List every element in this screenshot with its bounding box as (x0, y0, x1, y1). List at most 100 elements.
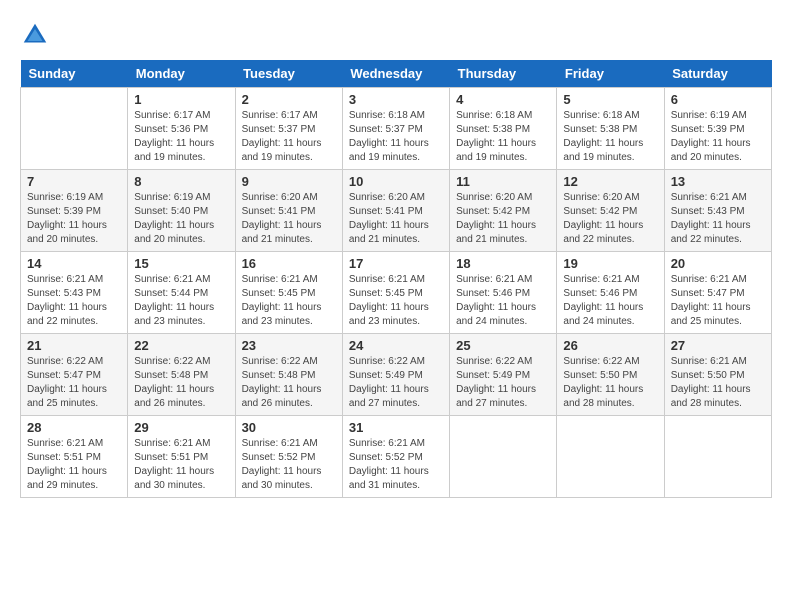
day-number: 27 (671, 338, 765, 353)
calendar-cell (557, 416, 664, 498)
day-detail: Sunrise: 6:21 AMSunset: 5:47 PMDaylight:… (671, 273, 765, 329)
calendar-cell: 29Sunrise: 6:21 AMSunset: 5:51 PMDayligh… (128, 416, 235, 498)
day-number: 19 (563, 256, 657, 271)
day-detail: Sunrise: 6:21 AMSunset: 5:46 PMDaylight:… (563, 273, 657, 329)
header-day-tuesday: Tuesday (235, 60, 342, 88)
day-number: 11 (456, 174, 550, 189)
day-number: 15 (134, 256, 228, 271)
calendar-body: 1 Sunrise: 6:17 AMSunset: 5:36 PMDaylight… (21, 88, 772, 498)
day-number: 8 (134, 174, 228, 189)
day-detail: Sunrise: 6:19 AMSunset: 5:39 PMDaylight:… (671, 109, 765, 165)
calendar-cell: 15 Sunrise: 6:21 AMSunset: 5:44 PMDayligh… (128, 252, 235, 334)
calendar-cell: 11 Sunrise: 6:20 AMSunset: 5:42 PMDayligh… (450, 170, 557, 252)
calendar-cell: 28 Sunrise: 6:21 AMSunset: 5:51 PMDayligh… (21, 416, 128, 498)
calendar-cell: 27 Sunrise: 6:21 AMSunset: 5:50 PMDayligh… (664, 334, 771, 416)
day-number: 21 (27, 338, 121, 353)
day-detail: Sunrise: 6:21 AMSunset: 5:46 PMDaylight:… (456, 273, 550, 329)
calendar-cell: 30Sunrise: 6:21 AMSunset: 5:52 PMDayligh… (235, 416, 342, 498)
calendar-cell: 19 Sunrise: 6:21 AMSunset: 5:46 PMDayligh… (557, 252, 664, 334)
header-day-thursday: Thursday (450, 60, 557, 88)
day-detail: Sunrise: 6:22 AMSunset: 5:48 PMDaylight:… (242, 355, 336, 411)
day-detail: Sunrise: 6:21 AMSunset: 5:44 PMDaylight:… (134, 273, 228, 329)
day-number: 4 (456, 92, 550, 107)
day-detail: Sunrise: 6:21 AMSunset: 5:43 PMDaylight:… (27, 273, 121, 329)
day-detail: Sunrise: 6:22 AMSunset: 5:49 PMDaylight:… (349, 355, 443, 411)
calendar-cell: 17 Sunrise: 6:21 AMSunset: 5:45 PMDayligh… (342, 252, 449, 334)
day-detail: Sunrise: 6:21 AMSunset: 5:45 PMDaylight:… (242, 273, 336, 329)
week-row-4: 28 Sunrise: 6:21 AMSunset: 5:51 PMDayligh… (21, 416, 772, 498)
day-detail: Sunrise: 6:21 AMSunset: 5:51 PMDaylight:… (27, 437, 121, 493)
day-detail: Sunrise: 6:21 AMSunset: 5:50 PMDaylight:… (671, 355, 765, 411)
calendar-cell: 18 Sunrise: 6:21 AMSunset: 5:46 PMDayligh… (450, 252, 557, 334)
day-detail: Sunrise: 6:21 AMSunset: 5:45 PMDaylight:… (349, 273, 443, 329)
header (20, 20, 772, 50)
day-number: 7 (27, 174, 121, 189)
day-number: 26 (563, 338, 657, 353)
day-number: 22 (134, 338, 228, 353)
calendar-cell: 10 Sunrise: 6:20 AMSunset: 5:41 PMDayligh… (342, 170, 449, 252)
calendar-cell: 6 Sunrise: 6:19 AMSunset: 5:39 PMDaylight… (664, 88, 771, 170)
week-row-3: 21Sunrise: 6:22 AMSunset: 5:47 PMDayligh… (21, 334, 772, 416)
calendar-cell: 20 Sunrise: 6:21 AMSunset: 5:47 PMDayligh… (664, 252, 771, 334)
calendar-cell (450, 416, 557, 498)
day-detail: Sunrise: 6:17 AMSunset: 5:36 PMDaylight:… (134, 109, 228, 165)
day-number: 20 (671, 256, 765, 271)
day-number: 5 (563, 92, 657, 107)
calendar-cell: 4 Sunrise: 6:18 AMSunset: 5:38 PMDaylight… (450, 88, 557, 170)
day-detail: Sunrise: 6:20 AMSunset: 5:42 PMDaylight:… (456, 191, 550, 247)
day-detail: Sunrise: 6:21 AMSunset: 5:52 PMDaylight:… (349, 437, 443, 493)
header-day-friday: Friday (557, 60, 664, 88)
calendar-cell: 2 Sunrise: 6:17 AMSunset: 5:37 PMDaylight… (235, 88, 342, 170)
calendar-cell (664, 416, 771, 498)
day-detail: Sunrise: 6:20 AMSunset: 5:41 PMDaylight:… (349, 191, 443, 247)
day-number: 6 (671, 92, 765, 107)
calendar-cell: 26Sunrise: 6:22 AMSunset: 5:50 PMDayligh… (557, 334, 664, 416)
day-number: 2 (242, 92, 336, 107)
header-day-wednesday: Wednesday (342, 60, 449, 88)
calendar-cell: 5Sunrise: 6:18 AMSunset: 5:38 PMDaylight… (557, 88, 664, 170)
day-detail: Sunrise: 6:22 AMSunset: 5:49 PMDaylight:… (456, 355, 550, 411)
calendar-cell: 22 Sunrise: 6:22 AMSunset: 5:48 PMDayligh… (128, 334, 235, 416)
day-detail: Sunrise: 6:17 AMSunset: 5:37 PMDaylight:… (242, 109, 336, 165)
day-detail: Sunrise: 6:19 AMSunset: 5:40 PMDaylight:… (134, 191, 228, 247)
day-number: 23 (242, 338, 336, 353)
calendar-cell: 3 Sunrise: 6:18 AMSunset: 5:37 PMDaylight… (342, 88, 449, 170)
week-row-1: 7 Sunrise: 6:19 AMSunset: 5:39 PMDaylight… (21, 170, 772, 252)
day-number: 18 (456, 256, 550, 271)
day-number: 14 (27, 256, 121, 271)
day-detail: Sunrise: 6:22 AMSunset: 5:48 PMDaylight:… (134, 355, 228, 411)
day-number: 13 (671, 174, 765, 189)
day-number: 1 (134, 92, 228, 107)
header-day-sunday: Sunday (21, 60, 128, 88)
logo (20, 20, 54, 50)
calendar-cell: 31Sunrise: 6:21 AMSunset: 5:52 PMDayligh… (342, 416, 449, 498)
day-number: 9 (242, 174, 336, 189)
calendar-cell: 7 Sunrise: 6:19 AMSunset: 5:39 PMDaylight… (21, 170, 128, 252)
day-number: 3 (349, 92, 443, 107)
calendar-cell: 12 Sunrise: 6:20 AMSunset: 5:42 PMDayligh… (557, 170, 664, 252)
calendar-cell: 14 Sunrise: 6:21 AMSunset: 5:43 PMDayligh… (21, 252, 128, 334)
calendar-cell: 24 Sunrise: 6:22 AMSunset: 5:49 PMDayligh… (342, 334, 449, 416)
day-detail: Sunrise: 6:20 AMSunset: 5:42 PMDaylight:… (563, 191, 657, 247)
week-row-0: 1 Sunrise: 6:17 AMSunset: 5:36 PMDaylight… (21, 88, 772, 170)
day-number: 29 (134, 420, 228, 435)
day-number: 25 (456, 338, 550, 353)
day-detail: Sunrise: 6:19 AMSunset: 5:39 PMDaylight:… (27, 191, 121, 247)
day-number: 12 (563, 174, 657, 189)
day-detail: Sunrise: 6:18 AMSunset: 5:38 PMDaylight:… (456, 109, 550, 165)
day-number: 17 (349, 256, 443, 271)
day-number: 28 (27, 420, 121, 435)
day-number: 10 (349, 174, 443, 189)
day-detail: Sunrise: 6:18 AMSunset: 5:37 PMDaylight:… (349, 109, 443, 165)
day-number: 30 (242, 420, 336, 435)
day-number: 16 (242, 256, 336, 271)
calendar-cell: 21Sunrise: 6:22 AMSunset: 5:47 PMDayligh… (21, 334, 128, 416)
calendar-header: SundayMondayTuesdayWednesdayThursdayFrid… (21, 60, 772, 88)
calendar-cell (21, 88, 128, 170)
calendar-cell: 9 Sunrise: 6:20 AMSunset: 5:41 PMDaylight… (235, 170, 342, 252)
day-number: 24 (349, 338, 443, 353)
header-day-monday: Monday (128, 60, 235, 88)
calendar-cell: 23 Sunrise: 6:22 AMSunset: 5:48 PMDayligh… (235, 334, 342, 416)
day-detail: Sunrise: 6:20 AMSunset: 5:41 PMDaylight:… (242, 191, 336, 247)
calendar-cell: 13Sunrise: 6:21 AMSunset: 5:43 PMDayligh… (664, 170, 771, 252)
